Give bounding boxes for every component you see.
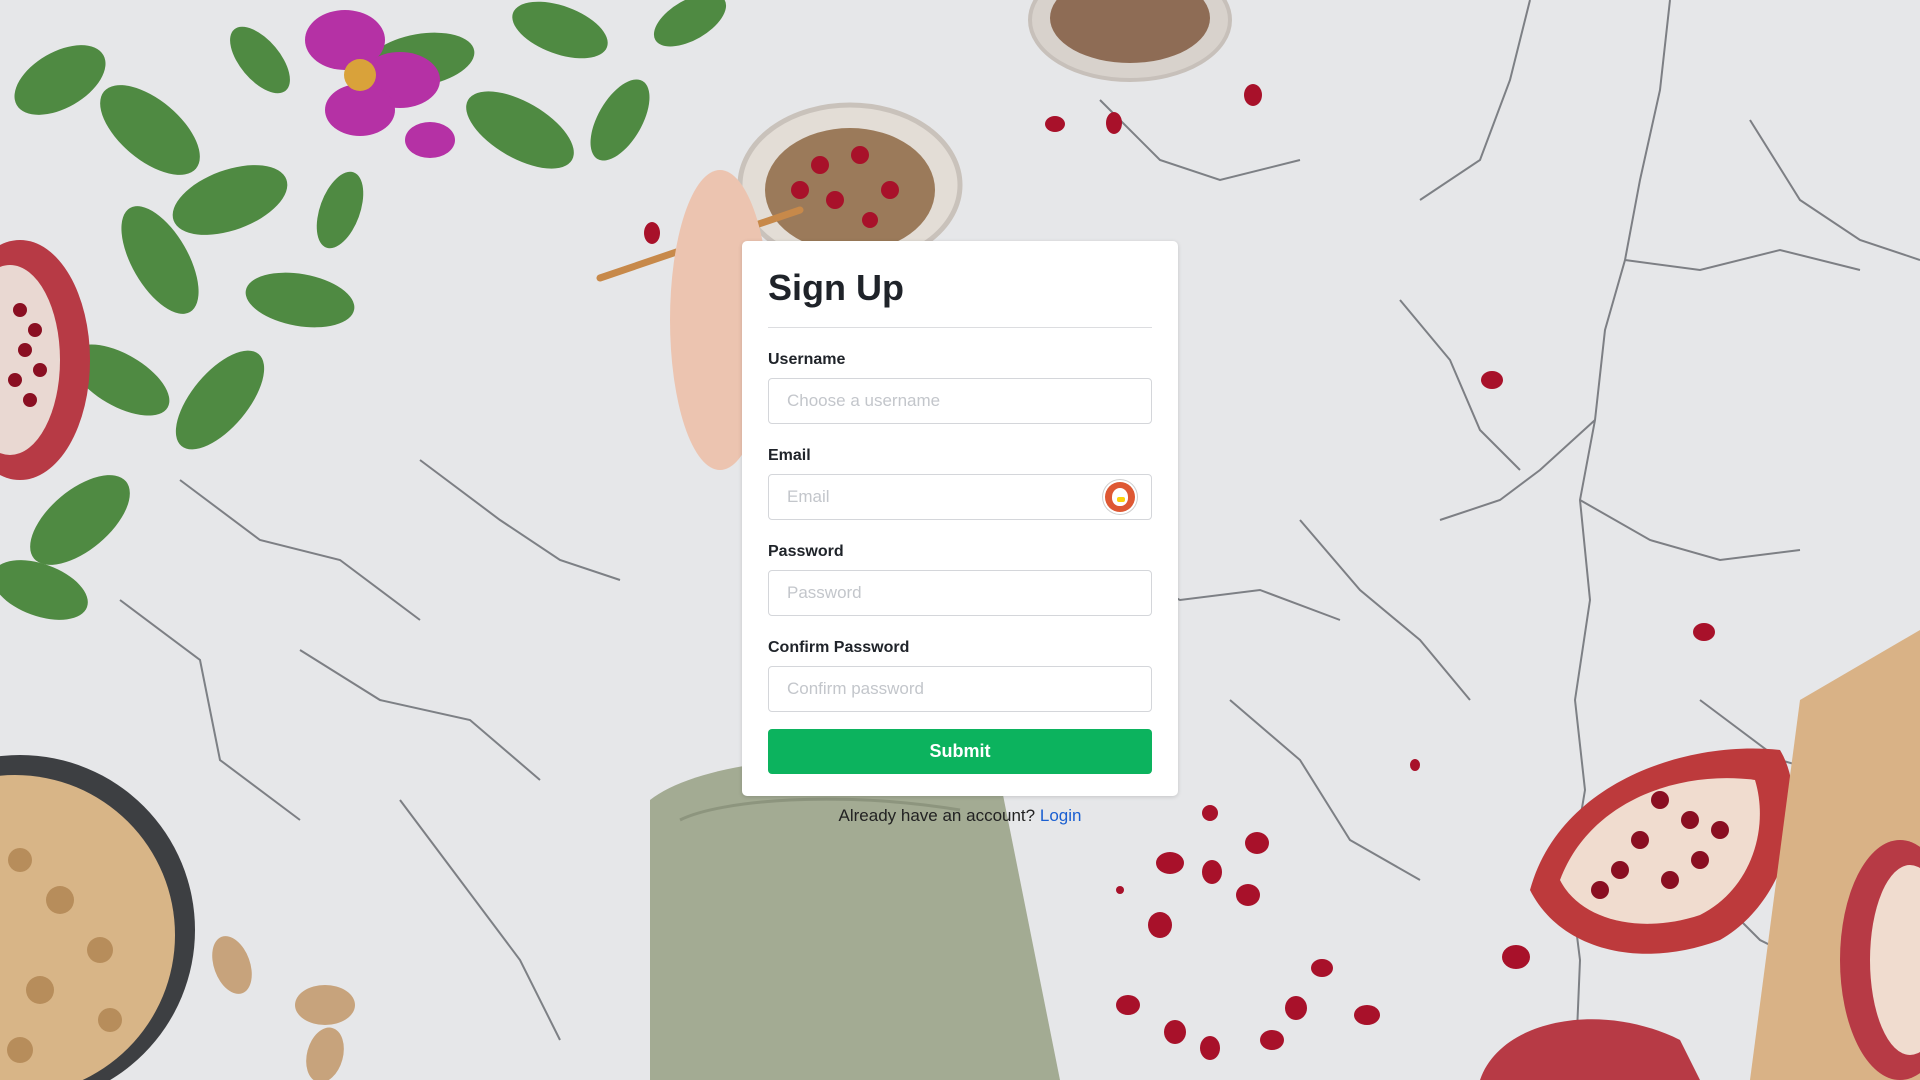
title-divider <box>768 326 1152 328</box>
page-title: Sign Up <box>768 267 904 308</box>
confirm-password-field-group: Confirm Password <box>768 639 1152 712</box>
duckduckgo-autofill-icon[interactable] <box>1105 481 1135 512</box>
login-link[interactable]: Login <box>1040 806 1082 825</box>
pistachio-shells <box>212 936 355 1080</box>
username-field-group: Username <box>768 351 1152 424</box>
email-label: Email <box>768 446 811 464</box>
pomegranates-right <box>1480 630 1920 1080</box>
password-field-group: Password <box>768 543 1152 616</box>
signup-card: Sign Up Username Email Password Confirm … <box>742 241 1178 796</box>
email-field-group: Email <box>768 447 1152 520</box>
flower <box>305 10 455 158</box>
granola-bowl <box>0 755 195 1080</box>
password-input[interactable] <box>768 569 1152 616</box>
email-input-wrap <box>768 473 1152 520</box>
account-prompt-text: Already have an account? <box>838 806 1036 825</box>
pomegranate-left <box>0 240 90 480</box>
confirm-password-input-wrap <box>768 665 1152 712</box>
login-prompt: Already have an account? Login <box>0 806 1920 826</box>
password-input-wrap <box>768 569 1152 616</box>
username-label: Username <box>768 350 846 368</box>
confirm-password-input[interactable] <box>768 665 1152 712</box>
confirm-password-label: Confirm Password <box>768 638 910 656</box>
submit-button[interactable]: Submit <box>768 728 1152 774</box>
email-input[interactable] <box>768 473 1152 520</box>
username-input[interactable] <box>768 377 1152 424</box>
username-input-wrap <box>768 377 1152 424</box>
password-label: Password <box>768 542 844 560</box>
